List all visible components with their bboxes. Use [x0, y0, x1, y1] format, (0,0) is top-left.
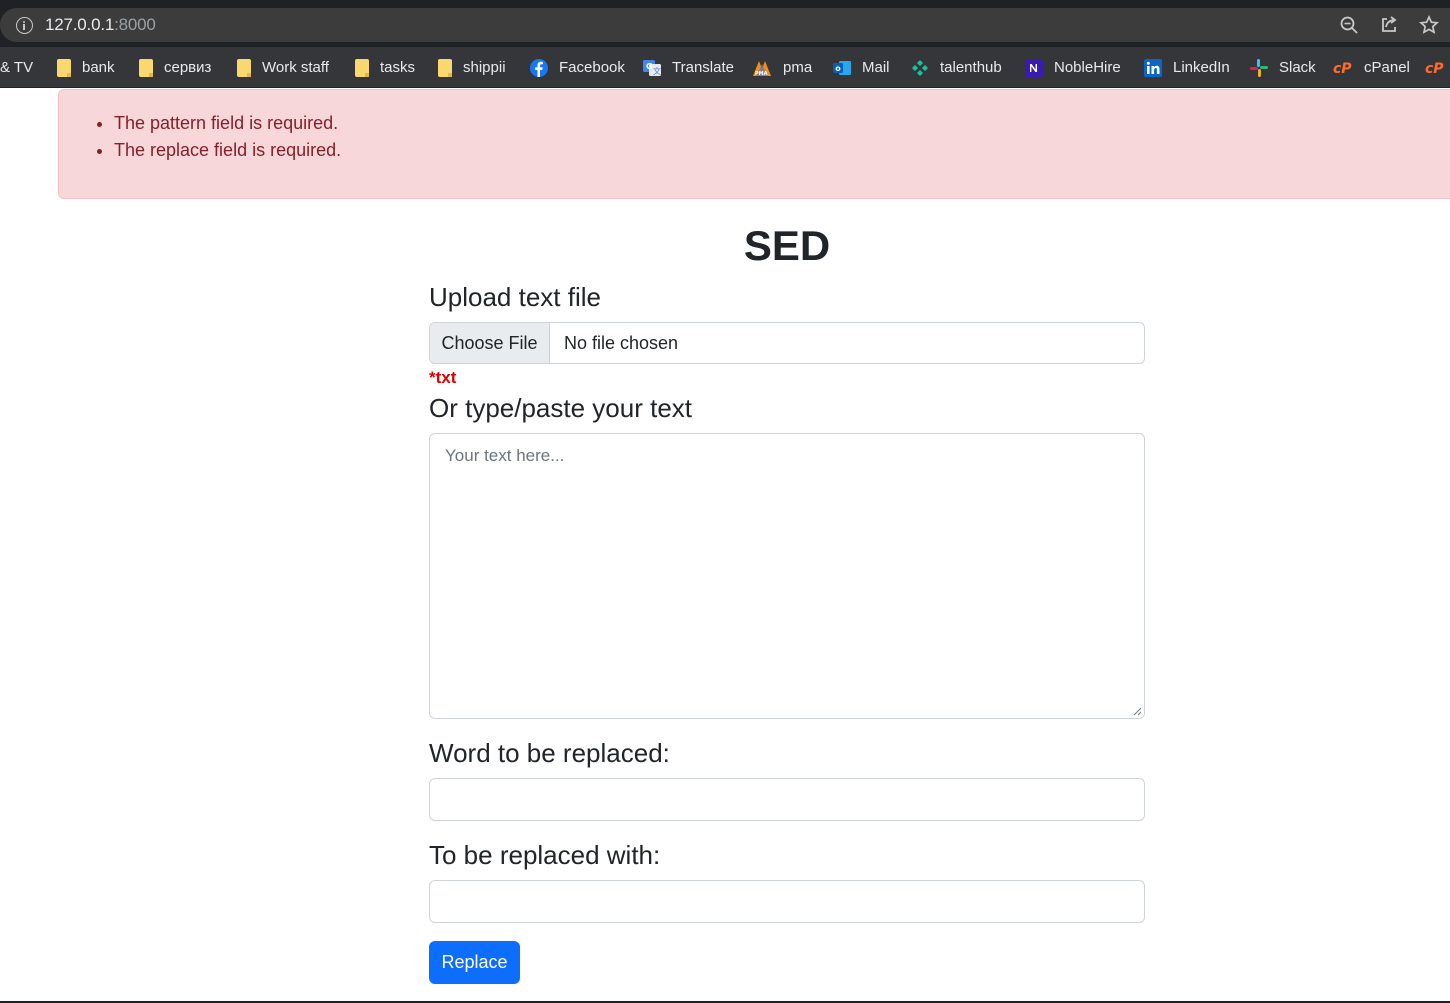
bookmark-talenthub[interactable]: talenthub: [911, 47, 1002, 87]
text-area-placeholder: Your text here...: [445, 446, 565, 465]
error-list: The pattern field is required. The repla…: [114, 110, 341, 164]
bookmark-servis[interactable]: сервиз: [139, 47, 212, 87]
bookmark-label: pma: [783, 59, 813, 76]
info-icon[interactable]: [16, 17, 33, 34]
cpanel-icon: cP: [1333, 61, 1352, 77]
resize-handle-icon[interactable]: [1132, 706, 1142, 716]
zoom-icon[interactable]: [1339, 15, 1359, 35]
linkedin-icon: [1144, 58, 1162, 77]
facebook-icon: [530, 58, 548, 77]
svg-text:cP: cP: [1425, 61, 1444, 77]
phpmyadmin-icon: PMA: [753, 60, 771, 77]
bookmark-label: bank: [82, 59, 115, 76]
bookmark-label: LinkedIn: [1173, 59, 1230, 76]
bookmark-label: & TV: [0, 59, 34, 76]
bookmark-label: Work staff: [262, 59, 329, 76]
bookmark-overflow[interactable]: cP: [1425, 47, 1450, 87]
bookmark-label: Slack: [1279, 59, 1316, 76]
bookmark-bank[interactable]: bank: [57, 47, 115, 87]
file-name-text: No file chosen: [564, 333, 679, 353]
folder-icon: [139, 58, 153, 77]
upload-label: Upload text file: [429, 282, 601, 312]
url-text[interactable]: 127.0.0.1:8000: [45, 15, 156, 35]
bookmark-label: talenthub: [940, 59, 1002, 76]
share-icon[interactable]: [1379, 15, 1399, 35]
bookmark-mail[interactable]: o Mail: [833, 47, 890, 87]
pattern-label: Word to be replaced:: [429, 738, 670, 768]
bookmark-label: tasks: [380, 59, 416, 76]
url-port: :8000: [114, 15, 156, 34]
bookmark-tv[interactable]: & TV: [0, 47, 34, 87]
address-bar-row: 127.0.0.1:8000: [0, 5, 1450, 47]
bookmark-label: cPanel: [1364, 59, 1410, 76]
text-area[interactable]: Your text here...: [429, 433, 1145, 719]
bookmark-translate[interactable]: G 文 Translate: [643, 47, 734, 87]
bookmark-work-staff[interactable]: Work staff: [237, 47, 329, 87]
translate-icon: G 文: [643, 59, 661, 76]
folder-icon: [57, 58, 71, 77]
svg-text:PMA: PMA: [755, 71, 768, 77]
outlook-icon: o: [833, 60, 851, 75]
bookmark-label: shippii: [463, 59, 506, 76]
address-bar-background: 127.0.0.1:8000: [0, 5, 1450, 47]
bookmarks-bar: & TV bank сервиз Work staff tasks shippi…: [0, 47, 1450, 88]
talenthub-icon: [912, 59, 928, 76]
svg-text:文: 文: [653, 66, 661, 76]
file-type-hint: *txt: [429, 368, 457, 387]
file-input[interactable]: Choose File No file chosen: [429, 322, 1145, 364]
noblehire-icon: [1025, 58, 1043, 77]
pattern-input[interactable]: [429, 778, 1145, 821]
bookmark-shippii[interactable]: shippii: [438, 47, 506, 87]
text-label: Or type/paste your text: [429, 393, 693, 423]
replace-label: To be replaced with:: [429, 840, 661, 870]
bookmark-pma[interactable]: PMA pma: [752, 47, 813, 87]
cpanel-icon: cP: [1425, 61, 1444, 77]
bookmark-label: Mail: [862, 59, 890, 76]
bookmark-linkedin[interactable]: LinkedIn: [1144, 47, 1230, 87]
folder-icon: [355, 58, 369, 77]
bookmark-label: Translate: [672, 59, 734, 76]
svg-text:cP: cP: [1333, 61, 1352, 77]
choose-file-button[interactable]: Choose File: [430, 323, 550, 363]
bookmark-label: NobleHire: [1054, 59, 1121, 76]
bookmark-cpanel[interactable]: cP cPanel: [1333, 47, 1410, 87]
error-item: The replace field is required.: [114, 137, 341, 164]
replace-input[interactable]: [429, 880, 1145, 923]
address-bar[interactable]: 127.0.0.1:8000: [0, 8, 1450, 42]
error-item: The pattern field is required.: [114, 110, 341, 137]
bookmark-label: сервиз: [164, 59, 212, 76]
folder-icon: [237, 58, 251, 77]
svg-text:o: o: [835, 64, 841, 73]
page-title: SED: [743, 222, 831, 269]
svg-text:G: G: [646, 62, 653, 71]
replace-button[interactable]: Replace: [429, 941, 520, 984]
error-alert: The pattern field is required. The repla…: [58, 89, 1450, 199]
bookmark-slack[interactable]: Slack: [1250, 47, 1316, 87]
folder-icon: [438, 58, 452, 77]
slack-icon: [1250, 58, 1268, 77]
star-icon[interactable]: [1419, 15, 1439, 35]
bookmark-tasks[interactable]: tasks: [355, 47, 416, 87]
bookmark-label: Facebook: [559, 59, 625, 76]
bookmark-facebook[interactable]: Facebook: [530, 47, 625, 87]
bookmark-noblehire[interactable]: NobleHire: [1025, 47, 1121, 87]
url-host: 127.0.0.1: [45, 15, 115, 34]
